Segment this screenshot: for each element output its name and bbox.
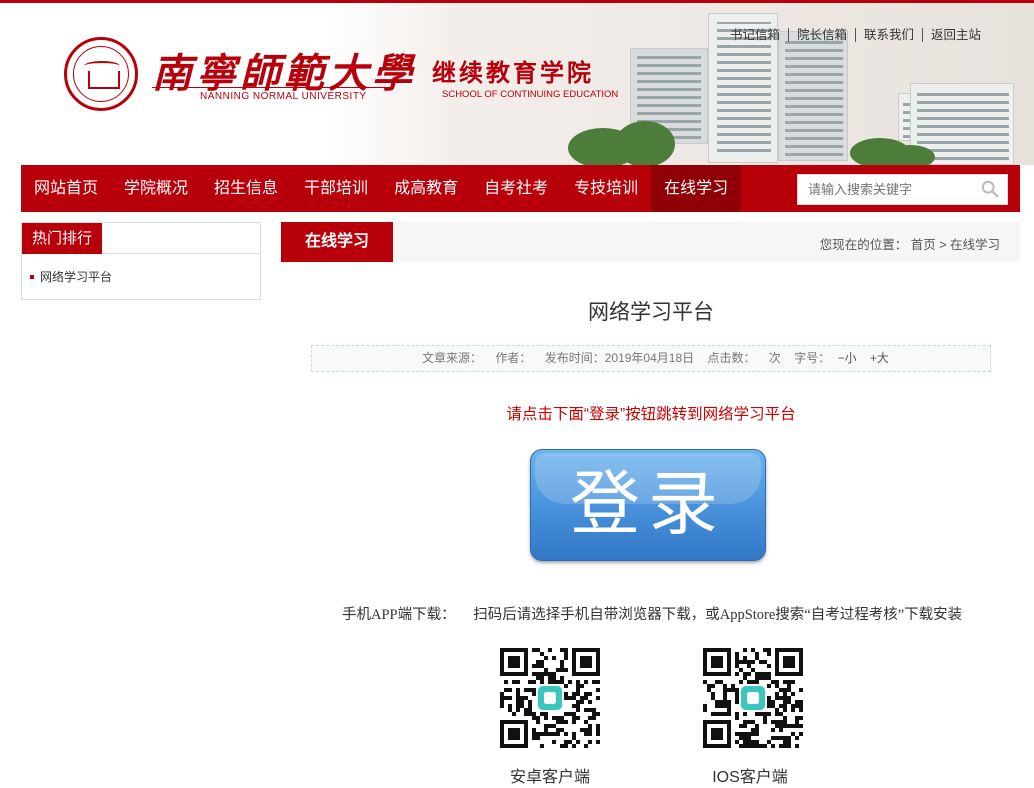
nav-about[interactable]: 学院概况 (111, 165, 201, 212)
ios-client-caption: IOS客户端 (712, 769, 788, 786)
breadcrumb-home[interactable]: 首页 (911, 238, 936, 252)
date-label: 发布时间： (544, 351, 605, 365)
login-button[interactable]: 登录 (530, 449, 766, 561)
app-download-label: 手机APP端下载： (342, 607, 456, 623)
divider (152, 87, 390, 88)
android-qr-code (500, 648, 600, 748)
source-label: 文章来源： (422, 351, 483, 365)
nav-cadre-training[interactable]: 干部培训 (291, 165, 381, 212)
site-header: 南寧師範大學 NANNING NORMAL UNIVERSITY 继续教育学院 … (0, 3, 1034, 165)
android-client-caption: 安卓客户端 (509, 769, 590, 786)
breadcrumb-prefix: 您现在的位置： (819, 238, 908, 252)
font-size-label: 字号： (794, 351, 831, 365)
section-header: 在线学习 您现在的位置： 首页 > 在线学习 (281, 222, 1020, 262)
nav-admissions[interactable]: 招生信息 (201, 165, 291, 212)
sidebar-item-learning-platform[interactable]: 网络学习平台 (30, 268, 260, 285)
contact-us-link[interactable]: 联系我们 (856, 28, 924, 42)
university-name-en: NANNING NORMAL UNIVERSITY (200, 91, 367, 102)
nav-professional-training[interactable]: 专技培训 (561, 165, 651, 212)
sidebar-title: 热门排行 (22, 223, 103, 254)
sidebar-list: 网络学习平台 (22, 254, 260, 285)
building (778, 31, 848, 161)
dean-mailbox-link[interactable]: 院长信箱 (789, 28, 857, 42)
nav-adult-education[interactable]: 成高教育 (381, 165, 471, 212)
nav-online-learning[interactable]: 在线学习 (651, 165, 742, 212)
college-name-en: SCHOOL OF CONTINUING EDUCATION (442, 89, 619, 100)
font-larger-button[interactable]: +大 (870, 351, 889, 365)
bullet-icon (30, 274, 34, 279)
author-label: 作者： (495, 351, 532, 365)
university-seal-logo (64, 37, 138, 111)
breadcrumb-current[interactable]: 在线学习 (950, 238, 1000, 252)
breadcrumb: 您现在的位置： 首页 > 在线学习 (820, 234, 1000, 253)
clicks-unit: 次 (768, 351, 781, 365)
tree (885, 145, 935, 165)
date-value: 2019年04月18日 (604, 351, 695, 365)
breadcrumb-separator-icon: > (939, 238, 947, 252)
ios-qr-code (703, 648, 803, 748)
college-name-cn: 继续教育学院 (432, 58, 594, 87)
article-meta: 文章来源： 作者： 发布时间：2019年04月18日 点击数： 次 字号： −小… (311, 345, 991, 372)
search-box (797, 174, 1008, 205)
secretary-mailbox-link[interactable]: 书记信箱 (722, 28, 790, 42)
nav-home[interactable]: 网站首页 (21, 165, 111, 212)
app-download-line: 手机APP端下载： 扫码后请选择手机自带浏览器下载，或AppStore搜索“自考… (342, 603, 962, 624)
search-icon[interactable] (981, 180, 999, 198)
article-title: 网络学习平台 (588, 301, 714, 324)
clicks-label: 点击数： (707, 351, 756, 365)
sidebar-hot-ranking: 热门排行 网络学习平台 (21, 222, 261, 300)
font-smaller-button[interactable]: −小 (838, 351, 857, 365)
nav-self-exam[interactable]: 自考社考 (471, 165, 561, 212)
login-notice: 请点击下面“登录”按钮跳转到网络学习平台 (506, 406, 796, 423)
tree (615, 121, 675, 165)
sidebar-item-label: 网络学习平台 (40, 270, 113, 284)
section-title: 在线学习 (281, 222, 393, 262)
top-links: 书记信箱 院长信箱 联系我们 返回主站 (722, 28, 989, 42)
main-site-link[interactable]: 返回主站 (923, 28, 989, 42)
search-input[interactable] (798, 175, 973, 204)
app-download-instruction: 扫码后请选择手机自带浏览器下载，或AppStore搜索“自考过程考核”下载安装 (473, 607, 963, 623)
sidebar-header: 热门排行 (22, 223, 260, 254)
